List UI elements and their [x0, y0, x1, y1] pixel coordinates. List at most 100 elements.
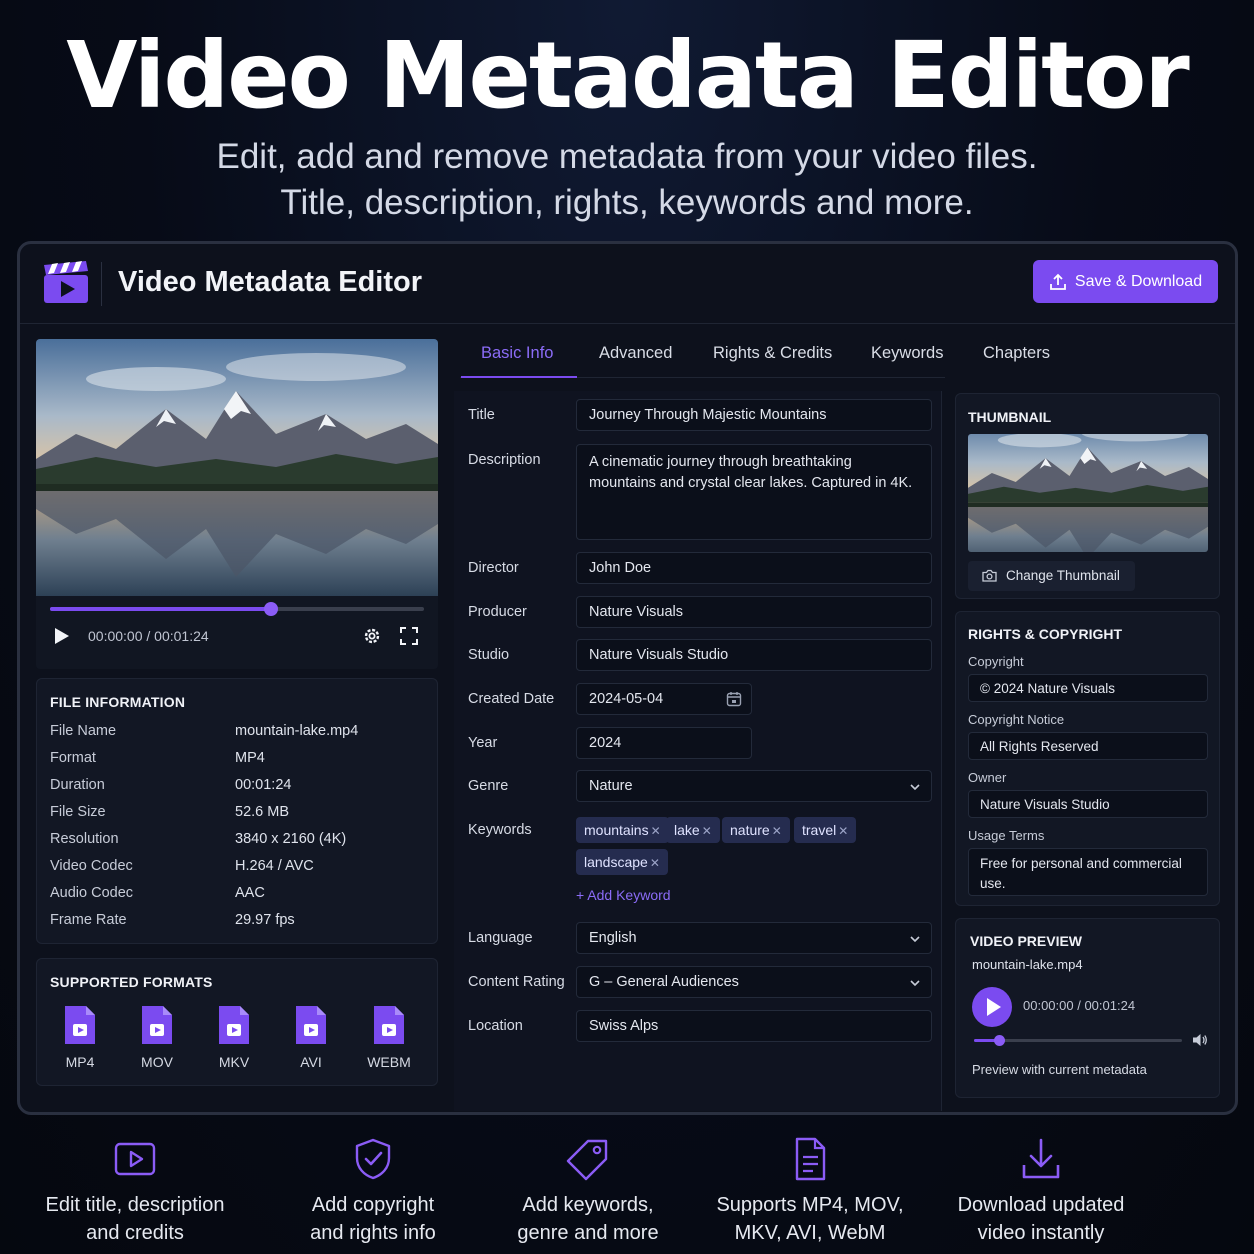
hero-title: Video Metadata Editor [66, 22, 1189, 129]
save-download-button[interactable]: Save & Download [1033, 260, 1218, 303]
remove-keyword-icon[interactable]: ✕ [702, 824, 712, 838]
thumbnail-panel: THUMBNAIL Change Thumbnail [955, 393, 1220, 599]
feature-edit-title: Edit title, description and credits [15, 1137, 255, 1247]
file-info-key: Audio Codec [50, 885, 134, 901]
active-tab-indicator [461, 376, 577, 378]
tab-basic-info[interactable]: Basic Info [481, 344, 553, 363]
producer-label: Producer [468, 604, 527, 620]
file-info-value: mountain-lake.mp4 [235, 723, 359, 739]
feature-line2: MKV, AVI, WebM [734, 1222, 886, 1244]
year-input[interactable]: 2024 [576, 727, 752, 759]
video-progress-handle[interactable] [263, 602, 278, 616]
fullscreen-icon[interactable] [400, 627, 418, 645]
format-label: MOV [141, 1054, 173, 1070]
add-keyword-link[interactable]: + Add Keyword [576, 887, 671, 903]
language-select[interactable]: English [576, 922, 932, 954]
file-info-key: Duration [50, 777, 105, 793]
file-info-key: File Name [50, 723, 117, 739]
video-progress-fill [50, 607, 271, 611]
tag-icon [566, 1139, 608, 1181]
director-input[interactable]: John Doe [576, 552, 932, 584]
volume-icon[interactable] [1192, 1032, 1208, 1048]
preview-progress-bar[interactable] [974, 1035, 1182, 1046]
feature-line2: genre and more [517, 1222, 659, 1244]
tab-keywords[interactable]: Keywords [871, 344, 943, 363]
upload-icon [1050, 273, 1066, 290]
gear-icon[interactable] [362, 626, 382, 646]
preview-caption: Preview with current metadata [972, 1062, 1147, 1077]
location-input[interactable]: Swiss Alps [576, 1010, 932, 1042]
format-mkv: MKV [204, 1004, 264, 1070]
year-label: Year [468, 735, 498, 751]
description-textarea[interactable]: A cinematic journey through breathtaking… [576, 444, 932, 540]
preview-progress-handle[interactable] [993, 1035, 1005, 1046]
change-thumbnail-button[interactable]: Change Thumbnail [968, 561, 1135, 591]
basic-info-form: Title Journey Through Majestic Mountains… [454, 391, 942, 1111]
keyword-chip-nature[interactable]: nature ✕ [722, 817, 790, 843]
file-info-value: 3840 x 2160 (4K) [235, 831, 347, 847]
file-information-panel: FILE INFORMATION File Name mountain-lake.… [36, 678, 438, 944]
file-info-key: File Size [50, 804, 106, 820]
remove-keyword-icon[interactable]: ✕ [651, 824, 661, 838]
thumbnail-image [968, 434, 1208, 552]
title-label: Title [468, 407, 495, 423]
keyword-chip-label: lake [674, 822, 700, 838]
language-label: Language [468, 930, 533, 946]
chevron-down-icon [910, 980, 920, 987]
file-info-key: Video Codec [50, 858, 133, 874]
remove-keyword-icon[interactable]: ✕ [772, 824, 782, 838]
producer-input[interactable]: Nature Visuals [576, 596, 932, 628]
copyright-input[interactable]: © 2024 Nature Visuals [968, 674, 1208, 702]
format-label: WEBM [367, 1054, 411, 1070]
calendar-icon[interactable] [726, 691, 742, 707]
keyword-chip-label: nature [730, 822, 770, 838]
studio-input[interactable]: Nature Visuals Studio [576, 639, 932, 671]
supported-formats-heading: SUPPORTED FORMATS [50, 974, 213, 990]
video-preview-heading: VIDEO PREVIEW [970, 933, 1083, 949]
tab-rights-credits[interactable]: Rights & Credits [713, 344, 832, 363]
feature-formats: Supports MP4, MOV, MKV, AVI, WebM [690, 1137, 930, 1247]
keyword-chip-travel[interactable]: travel ✕ [794, 817, 857, 843]
file-info-value: H.264 / AVC [235, 858, 314, 874]
copyright-notice-input[interactable]: All Rights Reserved [968, 732, 1208, 760]
content-rating-label: Content Rating [468, 974, 565, 990]
thumbnail-heading: THUMBNAIL [968, 409, 1052, 425]
remove-keyword-icon[interactable]: ✕ [838, 824, 848, 838]
owner-input[interactable]: Nature Visuals Studio [968, 790, 1208, 818]
remove-keyword-icon[interactable]: ✕ [650, 856, 660, 870]
created-date-label: Created Date [468, 691, 555, 707]
format-label: AVI [300, 1054, 322, 1070]
keyword-chip-label: landscape [584, 854, 648, 870]
preview-time: 00:00:00 / 00:01:24 [1023, 998, 1136, 1013]
keyword-chip-landscape[interactable]: landscape ✕ [576, 849, 668, 875]
tab-chapters[interactable]: Chapters [983, 344, 1050, 363]
copyright-label: Copyright [968, 654, 1024, 669]
video-progress-bar[interactable] [50, 602, 424, 616]
video-frame[interactable] [36, 339, 438, 596]
content-rating-value: G – General Audiences [589, 974, 739, 990]
usage-terms-textarea[interactable]: Free for personal and commercial use. [968, 848, 1208, 896]
created-date-input[interactable]: 2024-05-04 [576, 683, 752, 715]
content-rating-select[interactable]: G – General Audiences [576, 966, 932, 998]
preview-filename: mountain-lake.mp4 [972, 957, 1083, 972]
preview-play-button[interactable] [972, 987, 1012, 1027]
genre-select[interactable]: Nature [576, 770, 932, 802]
file-information-heading: FILE INFORMATION [50, 694, 186, 710]
tab-advanced[interactable]: Advanced [599, 344, 672, 363]
change-thumbnail-label: Change Thumbnail [1006, 568, 1120, 583]
title-input[interactable]: Journey Through Majestic Mountains [576, 399, 932, 431]
save-download-label: Save & Download [1074, 272, 1203, 290]
copyright-notice-label: Copyright Notice [968, 712, 1065, 727]
keyword-chip-mountains[interactable]: mountains ✕ [576, 817, 669, 843]
feature-line1: Add copyright [311, 1194, 435, 1216]
document-icon [795, 1137, 826, 1181]
play-icon[interactable] [54, 627, 70, 645]
format-label: MP4 [65, 1054, 95, 1070]
video-preview-panel: VIDEO PREVIEW mountain-lake.mp4 00:00:00… [955, 918, 1220, 1098]
video-time: 00:00:00 / 00:01:24 [88, 628, 209, 644]
description-label: Description [468, 452, 541, 468]
format-webm: WEBM [359, 1004, 419, 1070]
video-file-icon [219, 1006, 249, 1044]
keyword-chip-label: travel [802, 822, 837, 838]
keyword-chip-lake[interactable]: lake ✕ [666, 817, 720, 843]
